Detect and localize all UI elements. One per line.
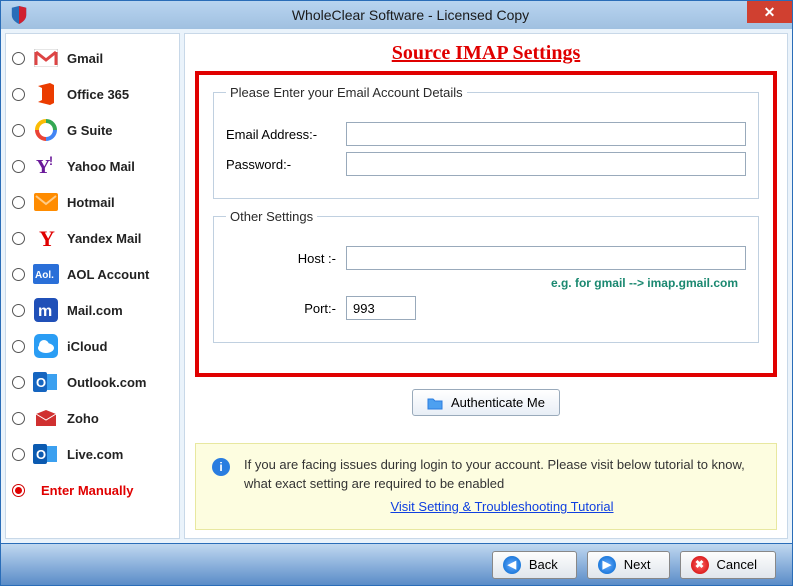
titlebar: WholeClear Software - Licensed Copy ✕: [1, 1, 792, 29]
info-text: If you are facing issues during login to…: [244, 457, 745, 491]
zoho-icon: [33, 405, 59, 431]
other-fieldset: Other Settings Host :- e.g. for gmail --…: [213, 209, 759, 343]
page-title: Source IMAP Settings: [195, 42, 777, 65]
host-label: Host :-: [226, 251, 336, 266]
provider-yahoo[interactable]: Y! Yahoo Mail: [8, 148, 177, 184]
password-label: Password:-: [226, 157, 336, 172]
provider-label: Outlook.com: [67, 375, 146, 390]
svg-text:O: O: [36, 447, 46, 462]
radio-icon: [12, 196, 25, 209]
radio-icon: [12, 232, 25, 245]
app-window: WholeClear Software - Licensed Copy ✕ Gm…: [0, 0, 793, 586]
settings-box: Please Enter your Email Account Details …: [195, 71, 777, 377]
hotmail-icon: [33, 189, 59, 215]
radio-icon: [12, 52, 25, 65]
radio-icon: [12, 160, 25, 173]
aol-icon: Aol.: [33, 261, 59, 287]
radio-icon: [12, 448, 25, 461]
provider-gmail[interactable]: Gmail: [8, 40, 177, 76]
close-button[interactable]: ✕: [747, 1, 792, 23]
provider-label: Enter Manually: [41, 483, 133, 498]
svg-text:m: m: [38, 303, 52, 320]
host-hint: e.g. for gmail --> imap.gmail.com: [226, 276, 738, 290]
account-legend: Please Enter your Email Account Details: [226, 85, 467, 100]
footer-bar: ◀ Back ▶ Next ✖ Cancel: [1, 543, 792, 585]
provider-label: Yandex Mail: [67, 231, 141, 246]
back-label: Back: [529, 557, 558, 572]
info-icon: i: [212, 458, 230, 476]
provider-office365[interactable]: Office 365: [8, 76, 177, 112]
radio-icon: [12, 304, 25, 317]
port-input[interactable]: [346, 296, 416, 320]
livecom-icon: O: [33, 441, 59, 467]
email-label: Email Address:-: [226, 127, 336, 142]
radio-icon: [12, 376, 25, 389]
back-button[interactable]: ◀ Back: [492, 551, 577, 579]
radio-icon: [12, 88, 25, 101]
icloud-icon: [33, 333, 59, 359]
tutorial-link[interactable]: Visit Setting & Troubleshooting Tutorial: [244, 498, 760, 517]
gmail-icon: [33, 45, 59, 71]
provider-outlook[interactable]: O Outlook.com: [8, 364, 177, 400]
provider-yandex[interactable]: Y Yandex Mail: [8, 220, 177, 256]
office365-icon: [33, 81, 59, 107]
cancel-label: Cancel: [717, 557, 757, 572]
provider-label: iCloud: [67, 339, 107, 354]
content-panel: Source IMAP Settings Please Enter your E…: [184, 33, 788, 539]
provider-label: AOL Account: [67, 267, 149, 282]
svg-text:Aol.: Aol.: [35, 270, 54, 281]
provider-zoho[interactable]: Zoho: [8, 400, 177, 436]
provider-mailcom[interactable]: m Mail.com: [8, 292, 177, 328]
svg-text:!: !: [49, 155, 53, 168]
provider-label: Gmail: [67, 51, 103, 66]
other-legend: Other Settings: [226, 209, 317, 224]
info-text-block: If you are facing issues during login to…: [244, 456, 760, 517]
provider-sidebar: Gmail Office 365 G Suite Y!: [5, 33, 180, 539]
host-input[interactable]: [346, 246, 746, 270]
yandex-icon: Y: [33, 225, 59, 251]
provider-label: Hotmail: [67, 195, 115, 210]
provider-label: Live.com: [67, 447, 123, 462]
account-fieldset: Please Enter your Email Account Details …: [213, 85, 759, 199]
provider-label: Yahoo Mail: [67, 159, 135, 174]
mailcom-icon: m: [33, 297, 59, 323]
provider-label: Office 365: [67, 87, 129, 102]
info-box: i If you are facing issues during login …: [195, 443, 777, 530]
provider-hotmail[interactable]: Hotmail: [8, 184, 177, 220]
radio-icon: [12, 124, 25, 137]
app-icon: [9, 5, 29, 25]
authenticate-label: Authenticate Me: [451, 395, 545, 410]
radio-icon: [12, 268, 25, 281]
provider-icloud[interactable]: iCloud: [8, 328, 177, 364]
radio-icon: [12, 340, 25, 353]
svg-text:O: O: [36, 375, 46, 390]
radio-icon: [12, 412, 25, 425]
cancel-icon: ✖: [691, 556, 709, 574]
next-button[interactable]: ▶ Next: [587, 551, 670, 579]
next-label: Next: [624, 557, 651, 572]
cancel-button[interactable]: ✖ Cancel: [680, 551, 776, 579]
svg-text:Y: Y: [39, 226, 55, 250]
provider-gsuite[interactable]: G Suite: [8, 112, 177, 148]
password-input[interactable]: [346, 152, 746, 176]
port-label: Port:-: [226, 301, 336, 316]
folder-icon: [427, 396, 443, 410]
window-title: WholeClear Software - Licensed Copy: [29, 7, 792, 23]
provider-livecom[interactable]: O Live.com: [8, 436, 177, 472]
authenticate-button[interactable]: Authenticate Me: [412, 389, 560, 416]
email-input[interactable]: [346, 122, 746, 146]
provider-label: Zoho: [67, 411, 99, 426]
outlook-icon: O: [33, 369, 59, 395]
yahoo-icon: Y!: [33, 153, 59, 179]
provider-manual[interactable]: Enter Manually: [8, 472, 177, 508]
provider-label: G Suite: [67, 123, 113, 138]
provider-aol[interactable]: Aol. AOL Account: [8, 256, 177, 292]
next-arrow-icon: ▶: [598, 556, 616, 574]
gsuite-icon: [33, 117, 59, 143]
radio-icon: [12, 484, 25, 497]
provider-label: Mail.com: [67, 303, 123, 318]
back-arrow-icon: ◀: [503, 556, 521, 574]
